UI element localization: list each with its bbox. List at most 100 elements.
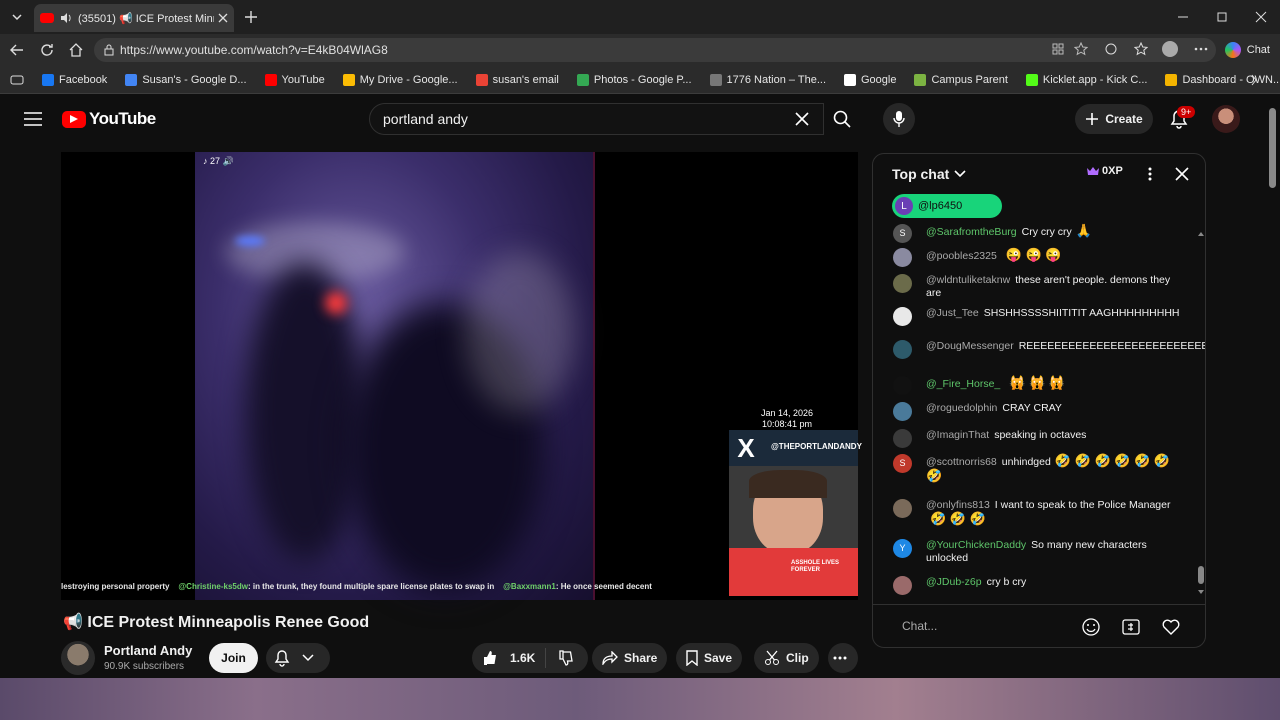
profile-avatar-icon[interactable] [1162, 41, 1178, 57]
new-tab-plus-icon[interactable] [242, 8, 260, 26]
chat-avatar[interactable] [893, 429, 912, 448]
back-arrow-icon[interactable] [8, 41, 26, 59]
save-button[interactable]: Save [676, 643, 743, 673]
apps-grid-icon[interactable] [1050, 41, 1066, 57]
bookmark-item[interactable]: Google [844, 73, 896, 86]
page-scroll-thumb[interactable] [1269, 108, 1276, 188]
bookmark-item[interactable]: Dashboard - OWN... [1165, 73, 1280, 86]
chat-author[interactable]: @_Fire_Horse_ [926, 378, 1000, 390]
super-chat-icon[interactable] [1121, 617, 1141, 637]
youtube-logo[interactable]: YouTube [62, 109, 156, 129]
pinned-user-chip[interactable]: L @lp6450 [892, 194, 1002, 218]
chat-avatar[interactable] [893, 576, 912, 595]
bookmarks-more-chevron-icon[interactable] [1250, 74, 1258, 86]
video-player[interactable]: ♪ 27 🔊 lestroying personal property @Chr… [61, 152, 862, 600]
bookmark-item[interactable]: susan's email [475, 73, 559, 86]
chat-message[interactable]: S @scottnorris68 unhindged 🤣 🤣 🤣 🤣 🤣 🤣 🤣 [893, 454, 1183, 484]
chat-input[interactable]: Chat... [902, 619, 937, 633]
extensions-icon[interactable] [1103, 41, 1119, 57]
chat-avatar[interactable]: S [893, 224, 912, 243]
chat-author[interactable]: @poobles2325 [926, 250, 997, 262]
bookmark-item[interactable]: My Drive - Google... [342, 73, 458, 86]
create-button[interactable]: Create [1075, 104, 1153, 134]
chat-author[interactable]: @YourChickenDaddy [926, 539, 1026, 551]
chat-avatar[interactable] [893, 340, 912, 359]
more-actions-button[interactable] [828, 643, 858, 673]
chat-message[interactable]: @roguedolphin CRAY CRAY [893, 402, 1183, 421]
chat-author[interactable]: @SarafromtheBurg [926, 226, 1017, 238]
tab-close-icon[interactable] [218, 13, 228, 23]
chat-message[interactable]: @ImaginThat speaking in octaves [893, 429, 1183, 448]
chat-avatar[interactable] [893, 248, 912, 267]
copilot-chat-button[interactable]: Chat [1224, 40, 1270, 60]
search-icon[interactable] [824, 103, 860, 135]
xp-badge[interactable]: 0XP [1087, 165, 1123, 177]
site-info-icon[interactable] [102, 43, 116, 57]
chat-author[interactable]: @Just_Tee [926, 307, 979, 319]
search-input[interactable]: portland andy [369, 103, 824, 135]
search-clear-icon[interactable] [792, 109, 812, 129]
home-icon[interactable] [67, 41, 85, 59]
chat-message[interactable]: @_Fire_Horse_ 🙀 🙀 🙀 [893, 376, 1183, 395]
favorite-star-icon[interactable] [1073, 41, 1089, 57]
chat-avatar[interactable]: S [893, 454, 912, 473]
chat-author[interactable]: @scottnorris68 [926, 456, 997, 468]
chat-author[interactable]: @onlyfins813 [926, 499, 990, 511]
collections-icon[interactable] [10, 75, 24, 85]
minimize-icon[interactable] [1174, 8, 1192, 26]
browser-tab[interactable]: (35501) 📢 ICE Protest Minne... [34, 4, 234, 32]
bookmark-item[interactable]: Photos - Google P... [576, 73, 692, 86]
chat-scrollbar[interactable] [1198, 230, 1204, 596]
bookmark-item[interactable]: Facebook [42, 73, 107, 86]
url-field[interactable]: https://www.youtube.com/watch?v=E4kB04Wl… [94, 38, 1216, 62]
chat-avatar[interactable]: Y [893, 539, 912, 558]
restore-icon[interactable] [1213, 8, 1231, 26]
join-button[interactable]: Join [209, 643, 258, 673]
chat-author[interactable]: @roguedolphin [926, 402, 997, 414]
more-dots-icon[interactable] [1193, 41, 1209, 57]
heart-icon[interactable] [1161, 617, 1181, 637]
bookmark-item[interactable]: Susan's - Google D... [125, 73, 247, 86]
page-scrollbar[interactable] [1266, 96, 1280, 676]
chat-avatar[interactable] [893, 307, 912, 326]
account-avatar[interactable] [1212, 105, 1240, 133]
chat-mode-selector[interactable]: Top chat [892, 166, 966, 182]
hamburger-menu-icon[interactable] [22, 108, 44, 130]
chat-message[interactable]: @poobles2325 😜 😜 😜 [893, 248, 1183, 267]
chat-author[interactable]: @DougMessenger [926, 340, 1014, 352]
chat-avatar[interactable] [893, 402, 912, 421]
chat-message[interactable]: @wldntuliketaknw these aren't people. dem… [893, 274, 1183, 300]
speaker-icon[interactable] [60, 12, 72, 24]
close-icon[interactable] [1173, 165, 1191, 183]
chat-author[interactable]: @JDub-z6p [926, 576, 982, 588]
like-button[interactable]: 1.6K [472, 648, 547, 668]
chat-message[interactable]: @onlyfins813 I want to speak to the Polic… [893, 499, 1183, 527]
chat-message[interactable]: @JDub-z6p cry b cry [893, 576, 1183, 595]
chat-author[interactable]: @wldntuliketaknw [926, 274, 1010, 286]
share-button[interactable]: Share [592, 643, 668, 673]
clip-button[interactable]: Clip [754, 643, 819, 673]
reload-icon[interactable] [38, 41, 56, 59]
chat-message[interactable]: @DougMessenger REEEEEEEEEEEEEEEEEEEEEEEEE… [893, 340, 1205, 359]
bookmark-item[interactable]: 1776 Nation – The... [709, 73, 826, 86]
bookmark-item[interactable]: YouTube [264, 73, 325, 86]
chat-message[interactable]: @Just_Tee SHSHHSSSSHIITITIT AAGHHHHHHHHH [893, 307, 1183, 326]
channel-name[interactable]: Portland Andy [104, 643, 192, 658]
tab-list-chevron-icon[interactable] [6, 6, 28, 28]
subscription-bell-button[interactable] [266, 643, 330, 673]
window-close-icon[interactable] [1252, 8, 1270, 26]
bookmark-item[interactable]: Kicklet.app - Kick C... [1025, 73, 1147, 86]
chat-avatar[interactable] [893, 274, 912, 293]
microphone-icon[interactable] [883, 103, 915, 135]
dislike-button[interactable] [546, 650, 592, 666]
favorites-icon[interactable] [1133, 41, 1149, 57]
chat-message[interactable]: S @SarafromtheBurg Cry cry cry 🙏 [893, 224, 1183, 243]
chat-author[interactable]: @ImaginThat [926, 429, 989, 441]
chat-avatar[interactable] [893, 499, 912, 518]
more-vertical-icon[interactable] [1141, 165, 1159, 183]
chat-message[interactable]: Y @YourChickenDaddy So many new characters… [893, 539, 1183, 565]
chat-avatar[interactable] [893, 376, 912, 395]
channel-avatar[interactable] [61, 641, 95, 675]
emoji-icon[interactable] [1081, 617, 1101, 637]
bookmark-item[interactable]: Campus Parent [914, 73, 1008, 86]
